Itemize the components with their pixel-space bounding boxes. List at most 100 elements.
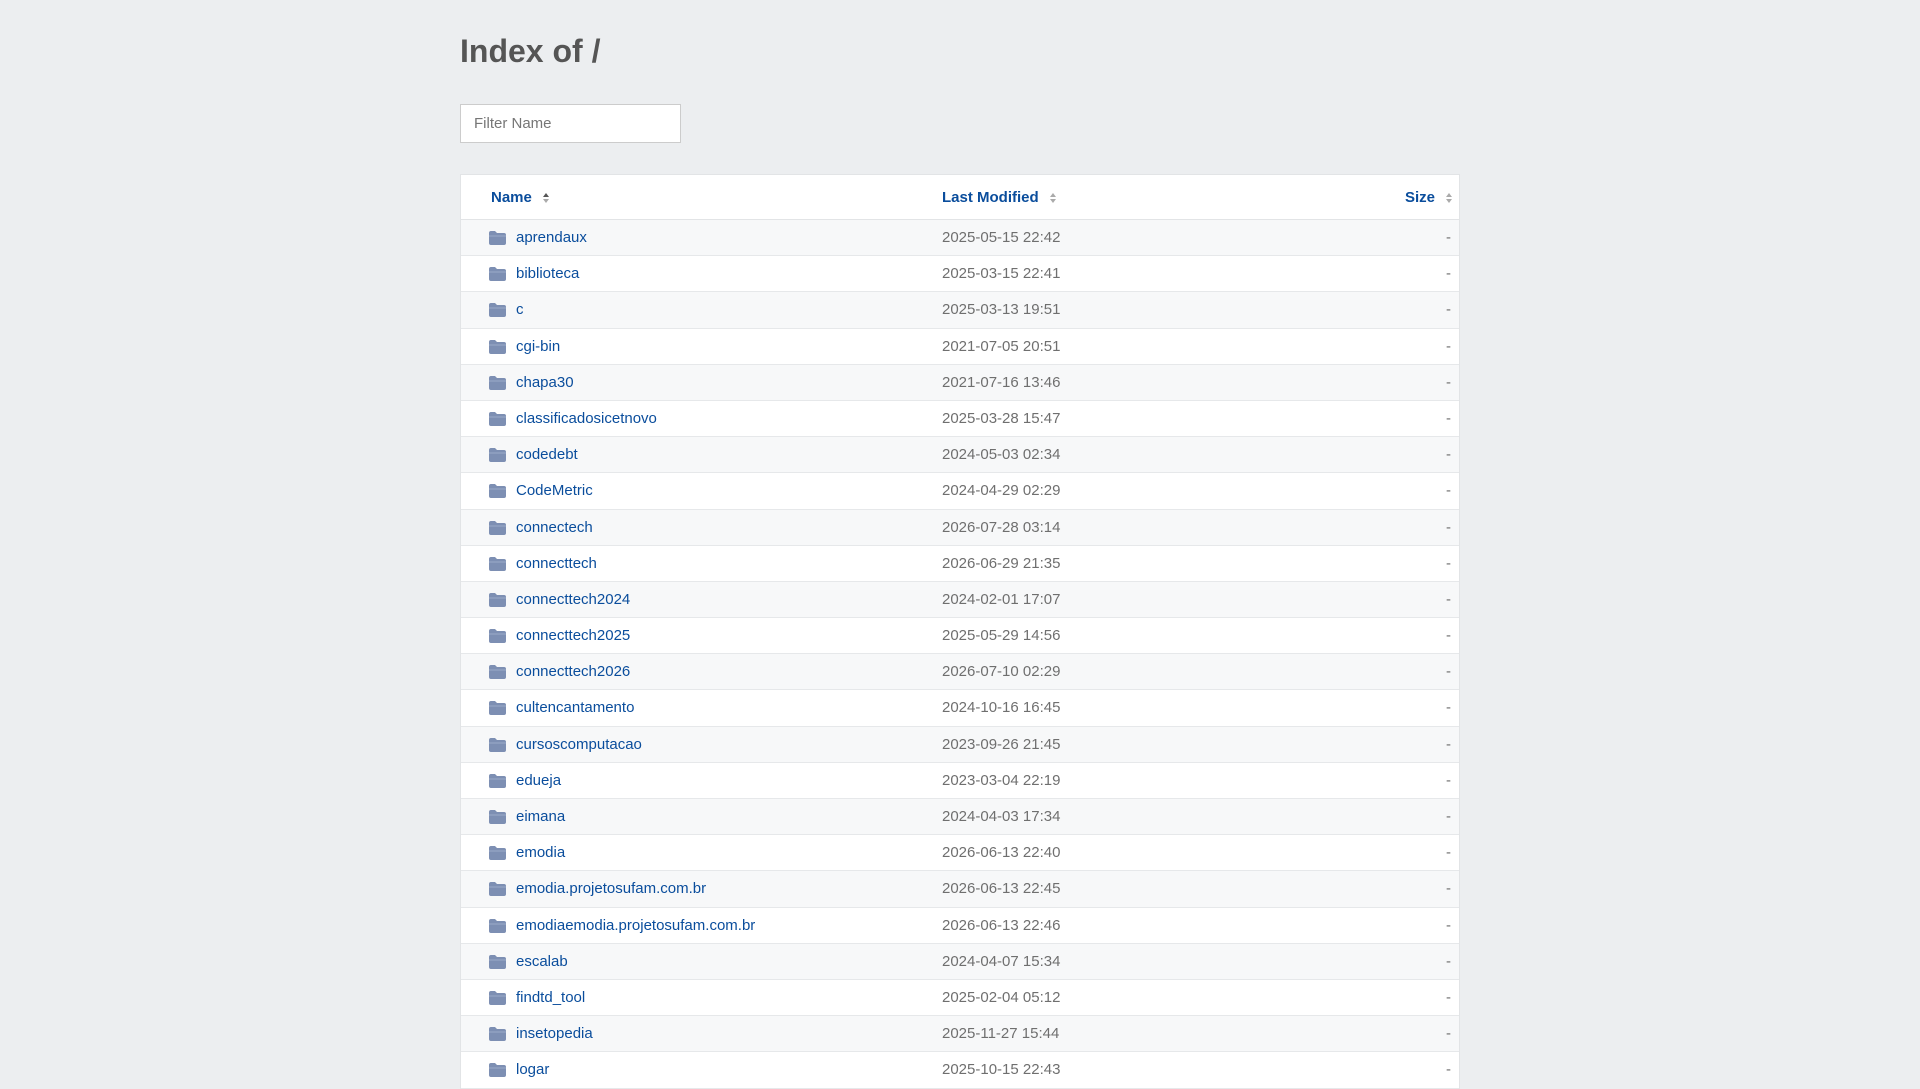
sort-by-last-modified-header[interactable]: Last Modified	[942, 175, 1057, 220]
directory-link[interactable]: c	[516, 292, 524, 328]
folder-icon	[489, 484, 506, 499]
directory-link[interactable]: edueja	[516, 763, 561, 799]
size-value: -	[1446, 627, 1451, 645]
directory-link[interactable]: chapa30	[516, 365, 574, 401]
directory-link[interactable]: cultencantamento	[516, 690, 634, 726]
directory-link[interactable]: cursoscomputacao	[516, 727, 642, 763]
table-row: logar 2025-10-15 22:43 -	[461, 1052, 1459, 1089]
directory-link[interactable]: connecttech	[516, 546, 597, 582]
directory-link[interactable]: biblioteca	[516, 256, 579, 292]
directory-link[interactable]: codedebt	[516, 437, 578, 473]
last-modified-value: 2021-07-16 13:46	[942, 373, 1061, 391]
sort-icon	[1049, 193, 1056, 203]
table-row: connecttech2024 2024-02-01 17:07 -	[461, 581, 1459, 619]
name-header-label: Name	[491, 189, 532, 206]
directory-link[interactable]: logar	[516, 1052, 549, 1088]
last-modified-value: 2026-06-13 22:46	[942, 916, 1061, 934]
folder-icon	[489, 737, 506, 752]
table-row: cgi-bin 2021-07-05 20:51 -	[461, 328, 1459, 365]
last-modified-value: 2026-07-10 02:29	[942, 663, 1061, 681]
folder-icon	[489, 918, 506, 933]
size-value: -	[1446, 337, 1451, 355]
folder-icon	[489, 1027, 506, 1042]
directory-link[interactable]: classificadosicetnovo	[516, 401, 657, 437]
table-row: connecttech 2026-06-29 21:35 -	[461, 545, 1459, 582]
table-row: connecttech2025 2025-05-29 14:56 -	[461, 618, 1459, 655]
size-value: -	[1446, 1061, 1451, 1079]
folder-icon	[489, 231, 506, 245]
file-listing-table: Name Last Modified Size aprendaux 2025-05…	[460, 174, 1460, 1089]
table-row: biblioteca 2025-03-15 22:41 -	[461, 256, 1459, 293]
table-row: insetopedia 2025-11-27 15:44 -	[461, 1016, 1459, 1053]
directory-link[interactable]: insetopedia	[516, 1016, 593, 1052]
folder-icon	[489, 629, 506, 644]
directory-link[interactable]: emodia.projetosufam.com.br	[516, 871, 706, 907]
size-value: -	[1446, 844, 1451, 862]
directory-link[interactable]: emodiaemodia.projetosufam.com.br	[516, 908, 755, 944]
size-value: -	[1446, 952, 1451, 970]
size-value: -	[1446, 229, 1451, 246]
directory-link[interactable]: eimana	[516, 799, 565, 835]
directory-link[interactable]: cgi-bin	[516, 329, 560, 365]
last-modified-value: 2024-10-16 16:45	[942, 699, 1061, 717]
filter-name-input[interactable]	[460, 104, 681, 143]
folder-icon	[489, 375, 506, 390]
folder-icon	[489, 556, 506, 571]
table-row: eimana 2024-04-03 17:34 -	[461, 799, 1459, 836]
last-modified-value: 2025-10-15 22:43	[942, 1061, 1061, 1079]
last-modified-value: 2023-03-04 22:19	[942, 771, 1061, 789]
size-value: -	[1446, 880, 1451, 898]
last-modified-header-label: Last Modified	[942, 189, 1039, 206]
directory-link[interactable]: findtd_tool	[516, 980, 585, 1016]
last-modified-value: 2024-04-29 02:29	[942, 482, 1061, 500]
table-row: classificadosicetnovo 2025-03-28 15:47 -	[461, 400, 1459, 438]
directory-link[interactable]: connecttech2025	[516, 618, 630, 654]
last-modified-value: 2025-05-15 22:42	[942, 229, 1061, 246]
last-modified-value: 2024-02-01 17:07	[942, 590, 1061, 608]
sort-by-name-header[interactable]: Name	[491, 175, 550, 220]
size-value: -	[1446, 988, 1451, 1006]
last-modified-value: 2025-03-13 19:51	[942, 301, 1061, 319]
size-value: -	[1446, 663, 1451, 681]
last-modified-value: 2025-11-27 15:44	[942, 1025, 1060, 1043]
folder-icon	[489, 267, 506, 282]
table-row: c 2025-03-13 19:51 -	[461, 292, 1459, 329]
last-modified-value: 2023-09-26 21:45	[942, 735, 1061, 753]
table-body: aprendaux 2025-05-15 22:42 - biblioteca 2025…	[461, 220, 1459, 1089]
folder-icon	[489, 592, 506, 607]
directory-link[interactable]: emodia	[516, 835, 565, 871]
last-modified-value: 2025-05-29 14:56	[942, 627, 1061, 645]
table-row: edueja 2023-03-04 22:19 -	[461, 762, 1459, 799]
table-header: Name Last Modified Size	[461, 175, 1459, 220]
table-row: escalab 2024-04-07 15:34 -	[461, 943, 1459, 980]
table-row: emodia 2026-06-13 22:40 -	[461, 835, 1459, 872]
last-modified-value: 2026-06-13 22:40	[942, 844, 1061, 862]
table-row: connecttech2026 2026-07-10 02:29 -	[461, 654, 1459, 691]
table-row: connectech 2026-07-28 03:14 -	[461, 509, 1459, 546]
size-value: -	[1446, 808, 1451, 825]
directory-link[interactable]: aprendaux	[516, 220, 587, 256]
directory-link[interactable]: CodeMetric	[516, 473, 593, 509]
sort-icon	[542, 193, 549, 203]
directory-link[interactable]: connecttech2024	[516, 582, 630, 618]
size-value: -	[1446, 482, 1451, 500]
last-modified-value: 2025-02-04 05:12	[942, 988, 1061, 1006]
table-row: findtd_tool 2025-02-04 05:12 -	[461, 979, 1459, 1017]
last-modified-value: 2024-04-03 17:34	[942, 808, 1061, 825]
table-row: cultencantamento 2024-10-16 16:45 -	[461, 690, 1459, 727]
page-title: Index of /	[460, 33, 601, 69]
directory-link[interactable]: connectech	[516, 510, 593, 546]
folder-icon	[489, 954, 506, 969]
directory-link[interactable]: connecttech2026	[516, 654, 630, 690]
table-row: codedebt 2024-05-03 02:34 -	[461, 437, 1459, 474]
directory-link[interactable]: escalab	[516, 944, 568, 980]
size-value: -	[1446, 554, 1451, 572]
last-modified-value: 2024-05-03 02:34	[942, 446, 1061, 464]
sort-by-size-header[interactable]: Size	[1405, 175, 1453, 220]
last-modified-value: 2026-06-29 21:35	[942, 554, 1061, 572]
size-value: -	[1446, 735, 1451, 753]
last-modified-value: 2025-03-15 22:41	[942, 265, 1061, 283]
folder-icon	[489, 846, 506, 861]
size-value: -	[1446, 1025, 1451, 1043]
table-row: emodia.projetosufam.com.br 2026-06-13 22:…	[461, 871, 1459, 908]
